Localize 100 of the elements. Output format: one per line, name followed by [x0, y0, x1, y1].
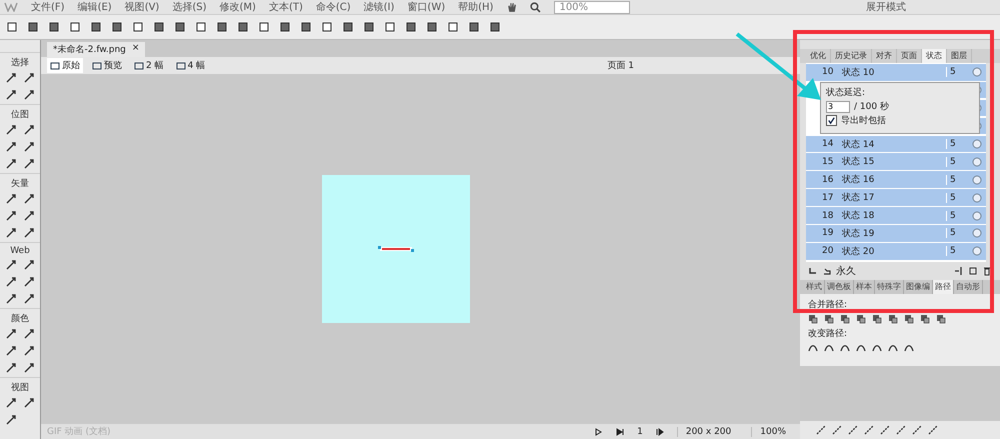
- state-row[interactable]: 18 状态 18 5: [806, 207, 986, 224]
- workspace-dropdown[interactable]: 展开模式: [866, 0, 906, 14]
- visibility-circle-icon[interactable]: [972, 192, 982, 203]
- state-row[interactable]: 14 状态 14 5: [806, 136, 986, 152]
- tool-icon[interactable]: [5, 227, 17, 239]
- zoom-dropdown[interactable]: 100%: [751, 426, 794, 436]
- toolbar-icon[interactable]: [90, 21, 102, 33]
- toolbar-icon[interactable]: [489, 21, 501, 33]
- menu-item[interactable]: 窗口(W): [407, 0, 446, 14]
- toolbar-icon[interactable]: [321, 21, 333, 33]
- toolbar-icon[interactable]: [468, 21, 480, 33]
- tool-icon[interactable]: [23, 397, 35, 409]
- tool-icon[interactable]: [23, 210, 35, 222]
- tool-icon[interactable]: [5, 210, 17, 222]
- menu-item[interactable]: 修改(M): [220, 0, 256, 14]
- tool-icon[interactable]: [5, 397, 17, 409]
- page-dropdown[interactable]: 页面 1: [607, 59, 634, 72]
- view-mode-tab[interactable]: 原始: [47, 58, 83, 73]
- tool-icon[interactable]: [23, 72, 35, 84]
- state-row[interactable]: 19 状态 19 5: [806, 225, 986, 242]
- toolbar-icon[interactable]: [447, 21, 459, 33]
- tool-icon[interactable]: [23, 345, 35, 357]
- tool-icon[interactable]: [5, 293, 17, 305]
- tool-icon[interactable]: [23, 124, 35, 136]
- toolbar-icon[interactable]: [27, 21, 39, 33]
- next-frame-icon[interactable]: [654, 426, 665, 436]
- menu-item[interactable]: 编辑(E): [78, 0, 112, 14]
- canvas-size-button[interactable]: 200 x 200: [676, 426, 740, 436]
- tool-icon[interactable]: [5, 259, 17, 271]
- close-button[interactable]: ×: [132, 43, 140, 56]
- tool-icon[interactable]: [23, 328, 35, 340]
- tool-icon[interactable]: [5, 158, 17, 170]
- tool-icon[interactable]: [5, 89, 17, 101]
- tool-icon[interactable]: [5, 345, 17, 357]
- zoom-dropdown[interactable]: 100%: [554, 0, 630, 14]
- toolbar-icon[interactable]: [237, 21, 249, 33]
- tool-icon[interactable]: [23, 276, 35, 288]
- state-row[interactable]: 10 状态 10 5: [806, 64, 986, 81]
- tool-icon[interactable]: [23, 89, 35, 101]
- toolbar-icon[interactable]: [48, 21, 60, 33]
- view-mode-tab[interactable]: 2 幅: [131, 58, 167, 73]
- menu-item[interactable]: 帮助(H): [458, 0, 494, 14]
- play-icon[interactable]: [593, 426, 604, 436]
- toolbar-icon[interactable]: [132, 21, 144, 33]
- tool-icon[interactable]: [23, 293, 35, 305]
- new-state-icon[interactable]: [968, 266, 978, 276]
- menu-item[interactable]: 选择(S): [172, 0, 206, 14]
- tool-icon[interactable]: [5, 72, 17, 84]
- toolbar-icon[interactable]: [69, 21, 81, 33]
- trash-icon[interactable]: [982, 266, 992, 276]
- tool-icon[interactable]: [5, 414, 17, 426]
- last-frame-icon[interactable]: [615, 426, 626, 436]
- state-row[interactable]: 16 状态 16 5: [806, 171, 986, 188]
- menu-item[interactable]: 命令(C): [316, 0, 351, 14]
- tool-icon[interactable]: [5, 362, 17, 374]
- toolbar-icon[interactable]: [111, 21, 123, 33]
- tool-icon[interactable]: [23, 362, 35, 374]
- checkbox[interactable]: [826, 115, 837, 126]
- menu-item[interactable]: 文件(F): [31, 0, 65, 14]
- visibility-circle-icon[interactable]: [972, 246, 982, 256]
- tool-icon[interactable]: [23, 259, 35, 271]
- toolbar-icon[interactable]: [195, 21, 207, 33]
- visibility-circle-icon[interactable]: [972, 67, 982, 78]
- toolbar-icon[interactable]: [258, 21, 270, 33]
- tool-icon[interactable]: [23, 227, 35, 239]
- menu-item[interactable]: 文本(T): [268, 0, 303, 14]
- visibility-circle-icon[interactable]: [972, 210, 982, 221]
- state-row[interactable]: 17 状态 17 5: [806, 189, 986, 206]
- menu-item[interactable]: 滤镜(I): [364, 0, 394, 14]
- toolbar-icon[interactable]: [363, 21, 375, 33]
- toolbar-icon[interactable]: [279, 21, 291, 33]
- panel-tab[interactable]: 状态: [922, 49, 947, 63]
- tool-icon[interactable]: [23, 141, 35, 153]
- toolbar-icon[interactable]: [153, 21, 165, 33]
- view-mode-tab[interactable]: 预览: [89, 58, 125, 73]
- panel-tab[interactable]: 路径: [933, 280, 954, 294]
- tool-icon[interactable]: [5, 124, 17, 136]
- toolbar-icon[interactable]: [405, 21, 417, 33]
- tool-icon[interactable]: [5, 141, 17, 153]
- menu-item[interactable]: 视图(V): [124, 0, 160, 14]
- document-tab[interactable]: *未命名-2.fw.png ×: [47, 42, 146, 57]
- toolbar-icon[interactable]: [174, 21, 186, 33]
- delay-input[interactable]: 3: [826, 100, 850, 112]
- selected-object-drawing[interactable]: [378, 244, 414, 254]
- tool-icon[interactable]: [23, 193, 35, 205]
- tool-icon[interactable]: [5, 328, 17, 340]
- hand-icon[interactable]: [506, 2, 518, 12]
- visibility-circle-icon[interactable]: [972, 228, 982, 238]
- loop-setting[interactable]: 永久: [836, 264, 856, 278]
- toolbar-icon[interactable]: [384, 21, 396, 33]
- toolbar-icon[interactable]: [342, 21, 354, 33]
- toolbar-icon[interactable]: [426, 21, 438, 33]
- tool-icon[interactable]: [23, 158, 35, 170]
- zoom-icon[interactable]: [530, 2, 542, 12]
- state-row[interactable]: 15 状态 15 5: [806, 153, 986, 170]
- visibility-circle-icon[interactable]: [972, 139, 982, 149]
- tool-icon[interactable]: [5, 193, 17, 205]
- visibility-circle-icon[interactable]: [972, 156, 982, 167]
- view-mode-tab[interactable]: 4 幅: [172, 58, 208, 73]
- state-row[interactable]: 20 状态 20 5: [806, 242, 986, 260]
